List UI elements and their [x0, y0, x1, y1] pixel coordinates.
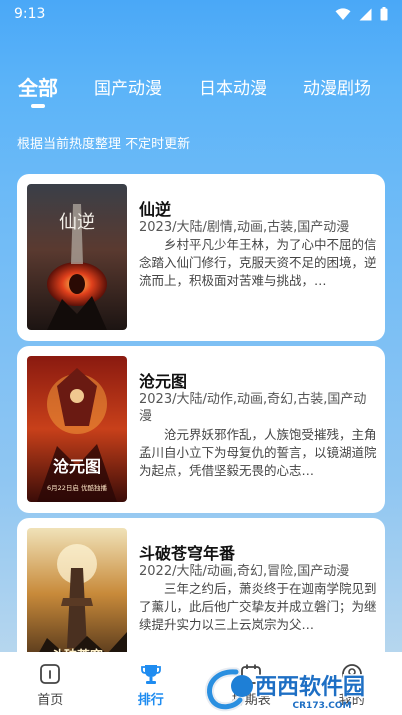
tab-label: 国产动漫 — [94, 79, 162, 99]
nav-ranking[interactable]: 排行 — [101, 652, 202, 715]
card-title: 沧元图 — [139, 372, 188, 391]
card-description: 沧元界妖邪作乱，人族饱受摧残，主角孟川自小立下为母复仇的誓言，以镜湖道院为起点，… — [139, 427, 377, 478]
card-description: 乡村平凡少年王林，为了心中不屈的信念踏入仙门修行，克服天资不足的困境，逆流而上，… — [139, 237, 377, 288]
category-tabs: 全部 国产动漫 日本动漫 动漫剧场 — [0, 74, 402, 114]
status-icons — [335, 7, 388, 21]
tab-label: 动漫剧场 — [303, 79, 371, 99]
tab-label: 日本动漫 — [199, 79, 267, 99]
tab-label: 全部 — [18, 76, 58, 100]
poster-image: 仙逆 — [27, 184, 127, 330]
card-tags: 2023/大陆/剧情,动画,古装,国产动漫 — [139, 220, 350, 235]
tab-japanese-anime[interactable]: 日本动漫 — [199, 74, 267, 99]
ranking-subtitle: 根据当前热度整理 不定时更新 — [17, 137, 191, 152]
card-description: 三年之约后，萧炎终于在迦南学院见到了薰儿，此后他广交挚友并成立磐门；为继续提升实… — [139, 581, 377, 632]
status-time: 9:13 — [14, 6, 46, 22]
anime-card[interactable]: 仙逆 仙逆 2023/大陆/剧情,动画,古装,国产动漫 乡村平凡少年王林，为了心… — [17, 174, 385, 341]
home-icon — [40, 664, 61, 684]
trophy-icon — [140, 665, 161, 684]
signal-icon — [359, 8, 372, 20]
card-tags: 2022/大陆/动画,奇幻,冒险,国产动漫 — [139, 564, 350, 579]
status-bar: 9:13 — [0, 0, 402, 28]
tab-active-indicator — [31, 104, 45, 108]
poster-caption-text: 6月22日启 优酷独播 — [47, 483, 107, 492]
card-title: 斗破苍穹年番 — [139, 544, 236, 563]
watermark-url-text: CR173.COM — [293, 701, 352, 711]
anime-card[interactable]: 沧元图 6月22日启 优酷独播 沧元图 2023/大陆/动作,动画,奇幻,古装,… — [17, 346, 385, 513]
tab-all[interactable]: 全部 — [18, 72, 58, 108]
poster-image: 沧元图 6月22日启 优酷独播 — [27, 356, 127, 502]
nav-label: 排行 — [137, 693, 164, 708]
nav-home[interactable]: 首页 — [0, 652, 101, 715]
wifi-icon — [335, 7, 351, 20]
watermark-text: 西西软件园 — [255, 674, 365, 700]
nav-label: 首页 — [37, 693, 64, 708]
card-tags: 2023/大陆/动作,动画,奇幻,古装,国产动漫 — [139, 392, 367, 424]
card-title: 仙逆 — [139, 200, 172, 219]
tab-anime-theater[interactable]: 动漫剧场 — [303, 74, 371, 99]
poster-title-text: 沧元图 — [53, 457, 101, 476]
site-watermark-logo: 西西软件园 CR173.COM — [205, 667, 367, 712]
tab-domestic-anime[interactable]: 国产动漫 — [94, 74, 162, 99]
battery-icon — [380, 7, 388, 21]
poster-title-text: 仙逆 — [59, 212, 95, 233]
